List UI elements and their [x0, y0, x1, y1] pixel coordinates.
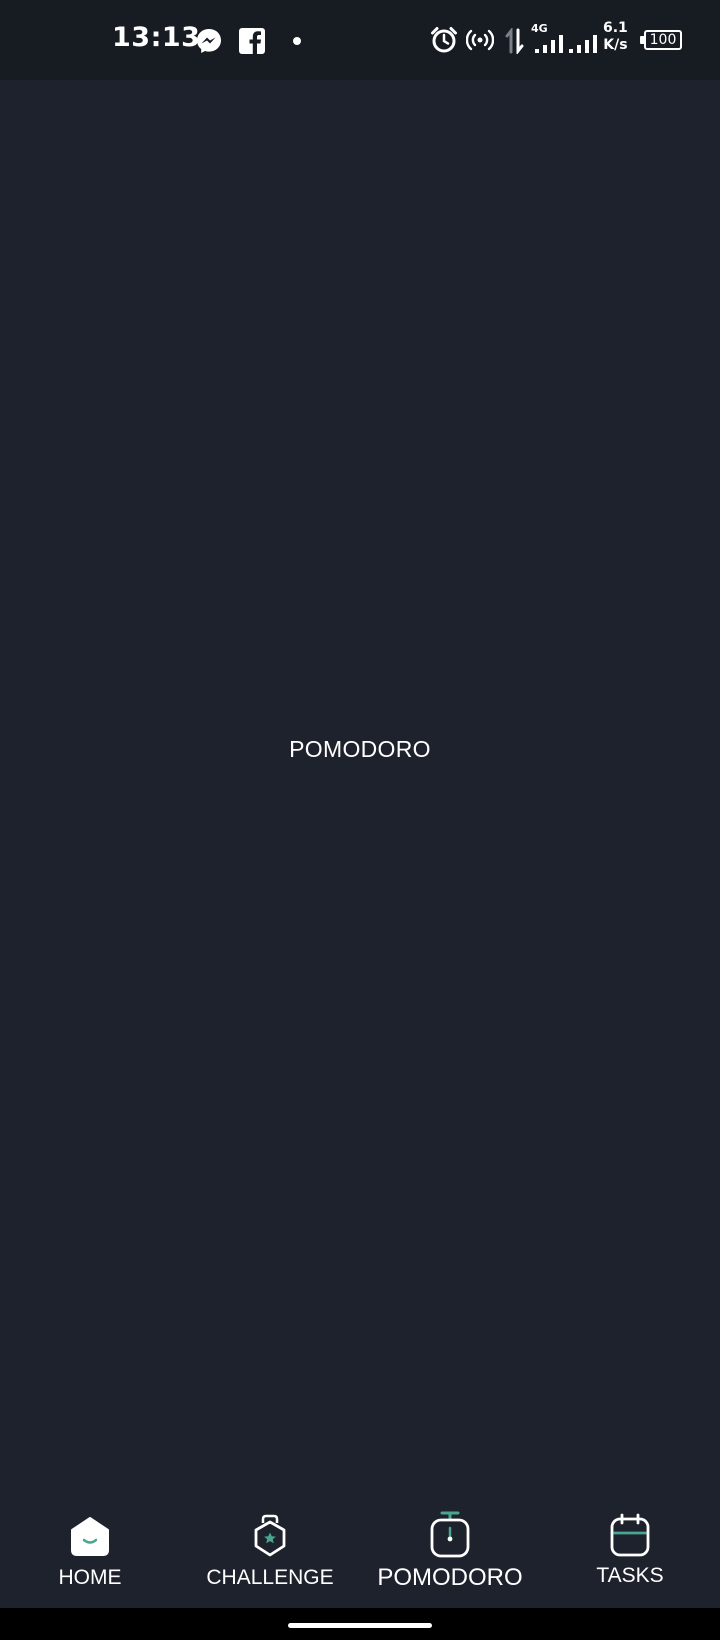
facebook-icon	[239, 28, 265, 54]
signal-icon	[535, 35, 563, 53]
net-speed-unit: K/s	[603, 37, 628, 53]
battery-icon: 100	[644, 30, 682, 50]
data-transfer-icon	[505, 28, 524, 54]
nav-item-tasks[interactable]: TASKS	[540, 1500, 720, 1608]
bottom-nav: HOME CHALLENGE POMODORO TASKS	[0, 1500, 720, 1608]
nav-item-pomodoro[interactable]: POMODORO	[360, 1500, 540, 1608]
signal-icon-2	[569, 35, 597, 53]
messenger-icon	[197, 29, 221, 53]
calendar-icon	[610, 1513, 650, 1557]
home-gesture-handle[interactable]	[288, 1623, 432, 1628]
nav-item-home[interactable]: HOME	[0, 1500, 180, 1608]
home-icon	[71, 1517, 109, 1556]
notification-dot-icon	[293, 37, 301, 45]
status-time: 13:13	[112, 22, 201, 53]
net-speed: 6.1 K/s	[603, 20, 628, 54]
challenge-icon	[254, 1514, 286, 1557]
nav-label-home: HOME	[58, 1566, 122, 1589]
timer-icon	[430, 1511, 470, 1558]
nav-item-challenge[interactable]: CHALLENGE	[180, 1500, 360, 1608]
hotspot-icon	[466, 29, 494, 51]
page-title: POMODORO	[289, 736, 431, 762]
nav-label-challenge: CHALLENGE	[206, 1566, 334, 1589]
alarm-icon	[431, 27, 457, 53]
gesture-area	[0, 1608, 720, 1640]
status-bar: 13:13 4G 6.1 K/s 100	[0, 0, 720, 80]
nav-label-tasks: TASKS	[596, 1564, 664, 1587]
net-speed-value: 6.1	[603, 20, 628, 36]
nav-label-pomodoro: POMODORO	[377, 1564, 523, 1591]
main-content: POMODORO	[0, 80, 720, 1500]
